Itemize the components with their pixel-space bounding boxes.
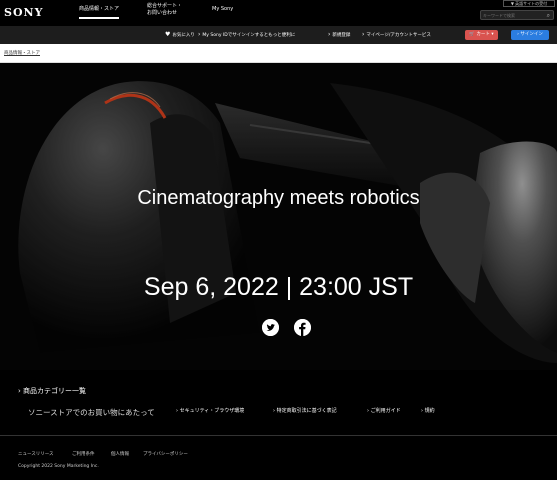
favorites-link[interactable]: ♥ お気に入り [165,31,195,39]
category-label: 商品カテゴリー一覧 [23,387,87,395]
footer-link-guide[interactable]: › ご利用ガイド [367,407,401,414]
new-register-label: 新規登録 [332,33,351,38]
nav-my-sony[interactable]: My Sony [212,6,233,13]
twitter-icon[interactable] [262,319,279,336]
footer-link-terms[interactable]: › 規約 [421,407,435,414]
nav-support[interactable]: 総合サポート・ お問い合わせ [147,3,182,17]
footer-link-security[interactable]: › セキュリティ・ブラウザ環境 [176,407,244,414]
signin-label: サインイン [520,32,543,37]
chevron-right-icon: › [198,31,201,38]
cart-button[interactable]: 🛒 カート ▾ [465,30,498,40]
hero-title: Cinematography meets robotics [137,187,420,209]
copyright: Copyright 2022 Sony Marketing Inc. [18,464,99,469]
heart-icon: ♥ [165,31,171,38]
shopping-note-link[interactable]: ソニーストアでのお買い物にあたって [28,407,155,418]
breadcrumb[interactable]: 商品情報・ストア [4,50,40,56]
my-sony-id-link[interactable]: › My Sony IDでサインインするともっと便利に [198,31,295,39]
top-navigation-bar: SONY 商品情報・ストア 総合サポート・ お問い合わせ My Sony ▼ 英… [0,0,557,26]
my-page-label: マイページ/アカウントサービス [366,33,431,38]
search-box[interactable]: ⌕ [480,10,554,20]
nav-products-store[interactable]: 商品情報・ストア [79,6,120,19]
bottom-link-personal-info[interactable]: 個人情報 [111,451,129,457]
bottom-link-privacy[interactable]: プライバシーポリシー [143,451,188,457]
hero-banner: Cinematography meets robotics Sep 6, 202… [0,63,557,370]
search-input[interactable] [483,12,543,19]
facebook-icon[interactable] [294,319,311,336]
bottom-link-conditions[interactable]: ご利用条件 [72,451,95,457]
sony-logo[interactable]: SONY [4,6,43,19]
my-sony-id-label: My Sony IDでサインインするともっと便利に [202,33,296,38]
breadcrumb-bar: 商品情報・ストア [0,44,557,63]
footer-link-label: 規約 [424,408,435,414]
chevron-right-icon: › [362,31,365,38]
cart-icon: 🛒 [469,32,475,37]
chevron-right-icon: › [328,31,331,38]
cart-label: カート [476,32,490,37]
footer-link-label: 特定商取引法に基づく表記 [276,408,337,414]
favorites-label: お気に入り [172,33,195,38]
chevron-right-icon: › [517,32,519,37]
new-register-link[interactable]: › 新規登録 [328,31,350,39]
footer-divider [0,435,557,436]
signin-button[interactable]: › サインイン [511,30,549,40]
language-button[interactable]: ▼ 英語サイトの受付 [503,0,555,7]
search-icon[interactable]: ⌕ [547,12,550,19]
event-date: Sep 6, 2022 | 23:00 JST [143,273,414,301]
footer-link-tokushoho[interactable]: › 特定商取引法に基づく表記 [273,407,337,414]
chevron-down-icon: ▾ [491,32,494,37]
category-list-link[interactable]: › 商品カテゴリー一覧 [18,386,86,396]
my-page-link[interactable]: › マイページ/アカウントサービス [362,31,431,39]
footer-link-label: ご利用ガイド [370,408,401,414]
bottom-link-news[interactable]: ニュースリリース [18,451,54,457]
footer: › 商品カテゴリー一覧 ソニーストアでのお買い物にあたって › セキュリティ・ブ… [0,370,557,480]
footer-link-label: セキュリティ・ブラウザ環境 [179,408,245,414]
